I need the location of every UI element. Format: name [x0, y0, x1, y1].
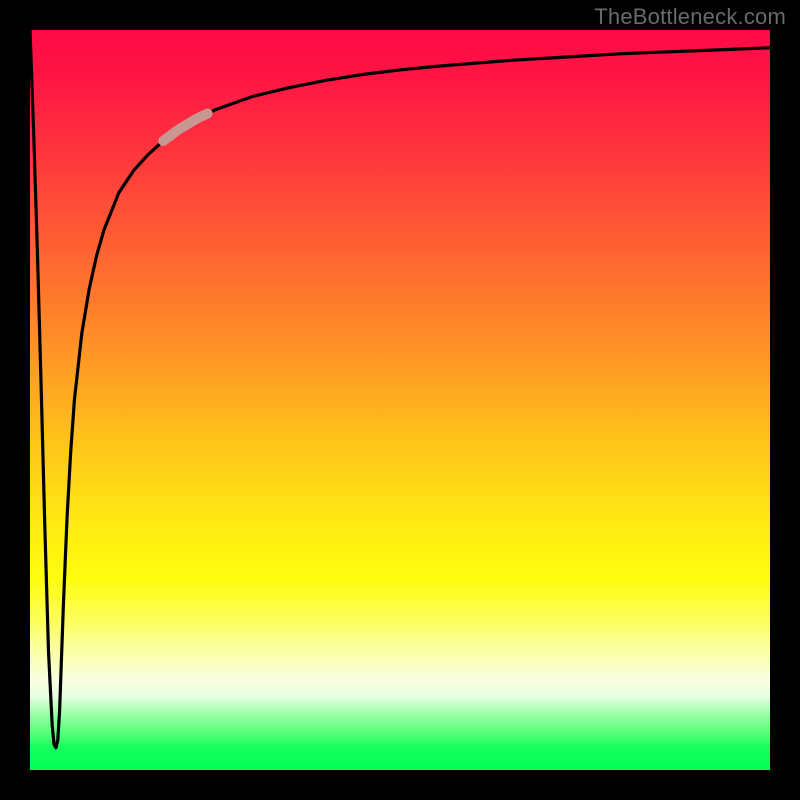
curve-svg [30, 30, 770, 770]
curve-highlight-segment [163, 113, 207, 141]
plot-area [30, 30, 770, 770]
attribution-label: TheBottleneck.com [594, 4, 786, 30]
bottleneck-curve [30, 30, 770, 748]
chart-frame: TheBottleneck.com [0, 0, 800, 800]
